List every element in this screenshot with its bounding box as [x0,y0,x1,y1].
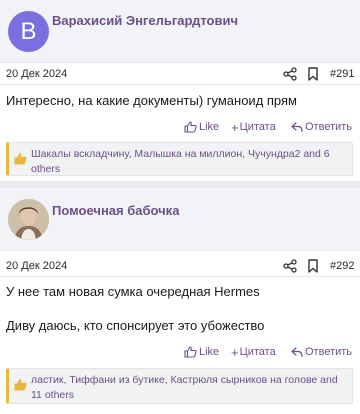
avatar-photo-icon [8,199,49,240]
post-date[interactable]: 20 Дек 2024 [6,68,67,80]
post-text-spacer [6,301,354,317]
bookmark-icon[interactable] [307,67,319,81]
post-author-header: Помоечная бабочка [0,188,360,251]
likes-bar[interactable]: ластик, Тиффани из бутике, Кастрюля сырн… [6,368,353,404]
post-text: Интересно, на какие документы) гуманоид … [6,92,354,110]
username[interactable]: Варахисий Энгельгардтович [52,13,238,28]
share-icon[interactable] [283,67,297,81]
post-separator [0,181,360,188]
post-text-line: Интересно, на какие документы) гуманоид … [6,93,297,108]
post-291: В Варахисий Энгельгардтович 20 Дек 2024 … [0,0,360,181]
like-button[interactable]: Like [184,344,219,360]
likes-text[interactable]: Шакалы вскладчину, Малышка на миллион, Ч… [31,147,346,177]
post-292: Помоечная бабочка 20 Дек 2024 #292 У нее… [0,188,360,414]
avatar[interactable] [8,199,49,240]
reply-label: Ответить [305,346,353,358]
thumbs-up-icon [14,379,27,391]
reply-button[interactable]: Ответить [291,344,352,360]
likes-bar[interactable]: Шакалы вскладчину, Малышка на миллион, Ч… [6,142,353,176]
avatar[interactable]: В [8,11,49,52]
like-label: Like [199,346,220,358]
post-date[interactable]: 20 Дек 2024 [6,260,67,272]
post-text: У нее там новая сумка очередная Hermes Д… [6,283,354,335]
post-number[interactable]: #292 [330,260,354,272]
plus-icon: + [231,344,239,360]
post-actions: Like + Цитата Ответить [0,344,360,360]
reply-icon [291,121,303,132]
post-number[interactable]: #291 [330,68,354,80]
post-text-line: Диву даюсь, кто спонсирует это убожество [6,318,265,333]
quote-button[interactable]: + Цитата [231,119,276,135]
like-button[interactable]: Like [184,119,219,135]
plus-icon: + [231,119,239,135]
thumbs-up-icon [184,121,197,133]
post-author-header: В Варахисий Энгельгардтович [0,0,360,63]
quote-label: Цитата [239,121,276,133]
post-actions: Like + Цитата Ответить [0,119,360,135]
reply-icon [291,346,303,357]
thumbs-up-icon [184,346,197,358]
quote-label: Цитата [239,346,276,358]
reply-label: Ответить [305,121,353,133]
post-text-line: У нее там новая сумка очередная Hermes [6,284,260,299]
post-meta: 20 Дек 2024 #291 [0,63,360,85]
share-icon[interactable] [283,259,297,273]
quote-button[interactable]: + Цитата [231,344,276,360]
like-label: Like [199,121,220,133]
username[interactable]: Помоечная бабочка [52,203,179,218]
thumbs-up-icon [14,153,27,165]
bookmark-icon[interactable] [307,259,319,273]
reply-button[interactable]: Ответить [291,119,352,135]
likes-text[interactable]: ластик, Тиффани из бутике, Кастрюля сырн… [31,373,346,403]
post-meta: 20 Дек 2024 #292 [0,255,360,277]
